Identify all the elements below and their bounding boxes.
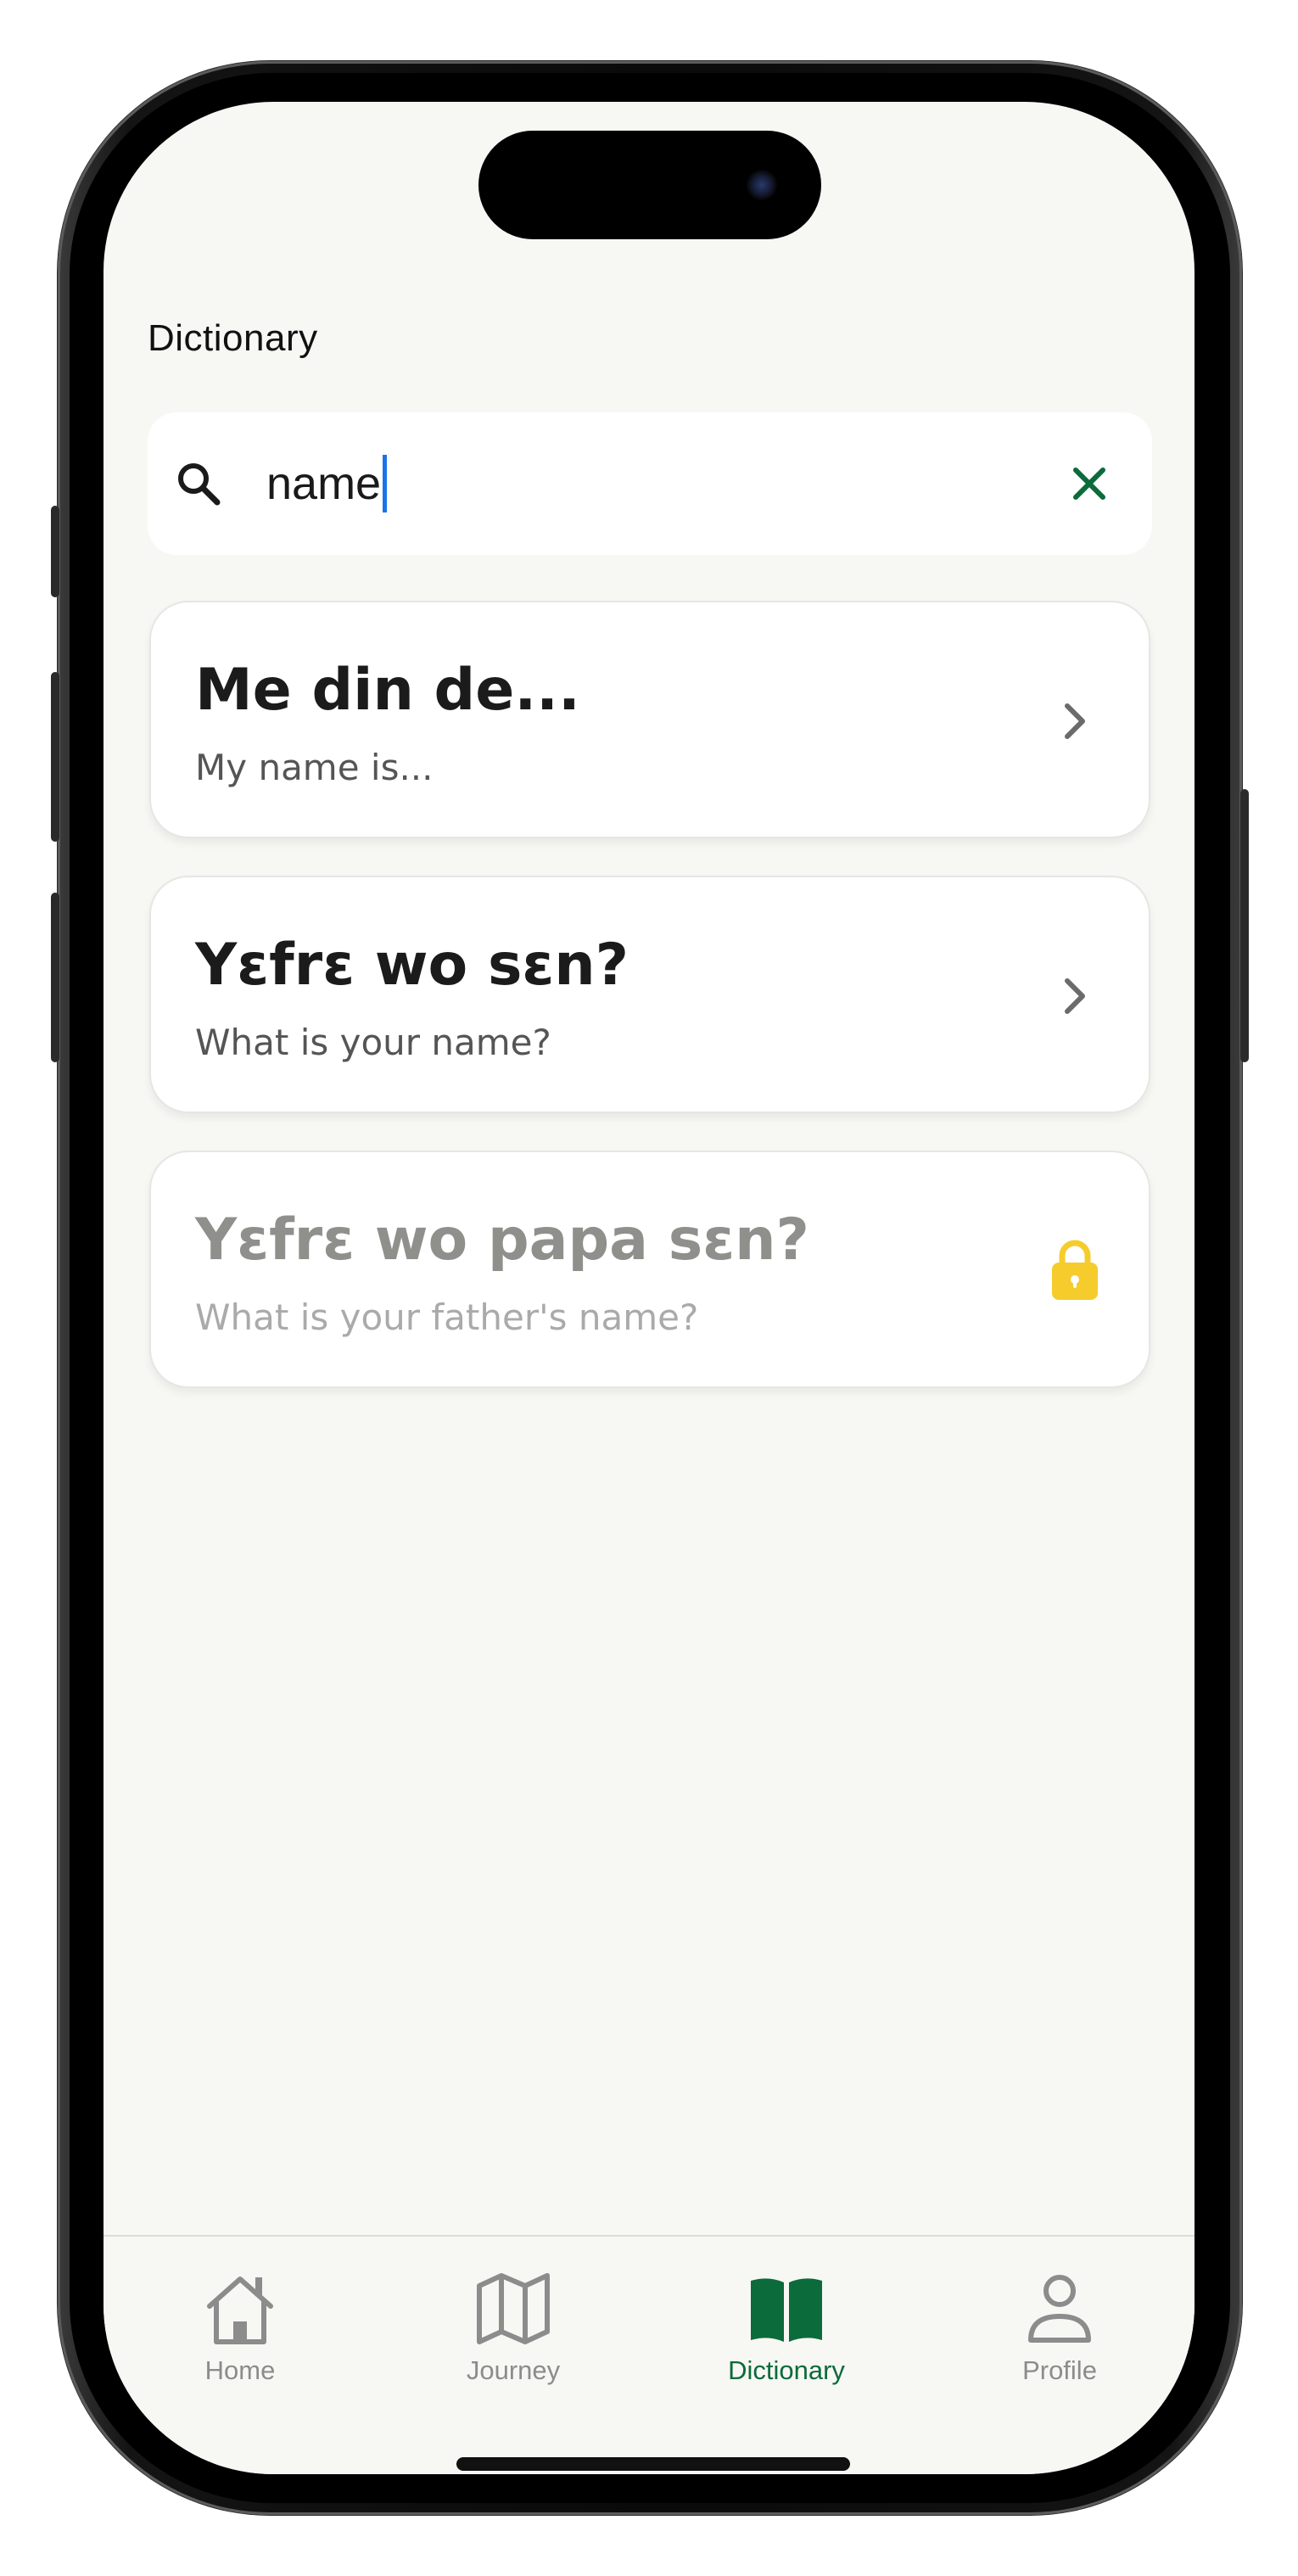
book-icon [751, 2278, 822, 2342]
translation-text: What is your name? [195, 1022, 551, 1063]
map-icon [477, 2273, 550, 2344]
power-button [1240, 789, 1249, 1062]
tab-label: Profile [1022, 2355, 1097, 2385]
translation-text: What is your father's name? [195, 1296, 699, 1338]
camera-icon [747, 170, 777, 200]
search-icon [178, 463, 221, 506]
close-icon[interactable] [1069, 463, 1110, 504]
phrase-text: Yɛfrɛ wo papa sɛn? [195, 1207, 809, 1274]
tab-label: Home [204, 2355, 276, 2385]
tab-label: Dictionary [728, 2355, 845, 2385]
action-button [51, 506, 59, 597]
result-card-locked[interactable]: Yɛfrɛ wo papa sɛn? What is your father's… [149, 1151, 1150, 1388]
search-input[interactable]: name [266, 453, 388, 514]
search-bar[interactable]: name [148, 412, 1152, 555]
screen: Dictionary name Me din de... My name is.… [104, 102, 1194, 2474]
phrase-text: Me din de... [195, 657, 580, 724]
text-caret [383, 455, 388, 512]
translation-text: My name is... [195, 747, 434, 788]
lock-icon [1052, 1240, 1098, 1300]
dynamic-island [478, 131, 821, 239]
chevron-right-icon [1065, 978, 1085, 1014]
chevron-right-icon [1065, 703, 1085, 739]
volume-up-button [51, 672, 59, 842]
page-title: Dictionary [148, 317, 318, 359]
tab-home[interactable]: Home [130, 2269, 350, 2396]
home-indicator[interactable] [456, 2457, 850, 2471]
person-icon [1028, 2275, 1091, 2343]
tab-profile[interactable]: Profile [949, 2269, 1170, 2396]
home-icon [207, 2276, 273, 2344]
tab-journey[interactable]: Journey [403, 2269, 624, 2396]
result-card[interactable]: Me din de... My name is... [149, 601, 1150, 838]
phrase-text: Yɛfrɛ wo sɛn? [195, 932, 629, 999]
search-input-value: name [266, 458, 382, 509]
result-card[interactable]: Yɛfrɛ wo sɛn? What is your name? [149, 876, 1150, 1113]
tab-label: Journey [466, 2355, 561, 2385]
tab-bar: Home Journey Dictionary Profile [104, 2235, 1194, 2474]
tab-dictionary[interactable]: Dictionary [676, 2269, 897, 2396]
volume-down-button [51, 893, 59, 1062]
